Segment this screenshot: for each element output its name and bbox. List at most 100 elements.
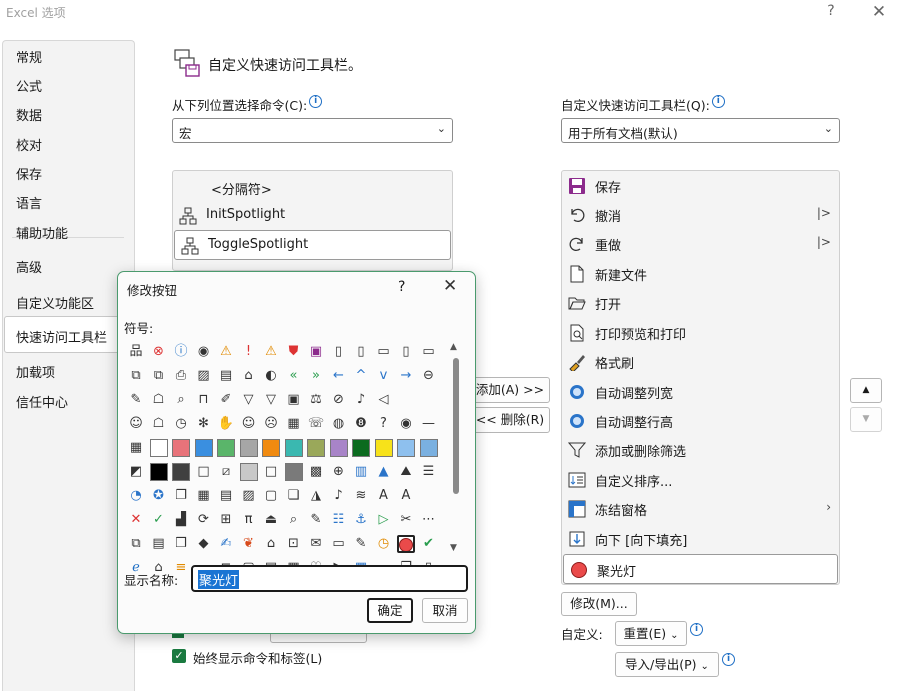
- symbol-user-icon[interactable]: ☺: [127, 415, 145, 433]
- symbol-doc-arrow-icon[interactable]: ▯: [352, 343, 370, 361]
- symbol-sw-olive[interactable]: [307, 439, 325, 457]
- symbol-triangles-icon[interactable]: ◮: [307, 487, 325, 505]
- info-icon[interactable]: i: [309, 95, 323, 108]
- symbol-arrow-right-icon[interactable]: →: [397, 367, 415, 385]
- symbol-half-icon[interactable]: ◩: [127, 463, 145, 481]
- symbol-printer-icon[interactable]: ⎙: [172, 367, 190, 385]
- symbol-text-a-icon[interactable]: A: [375, 487, 393, 505]
- symbol-sw-purple[interactable]: [329, 439, 348, 457]
- symbol-org-chart-icon[interactable]: 品: [127, 343, 145, 361]
- nav-item-quick-access-toolbar[interactable]: 快速访问工具栏: [16, 327, 107, 346]
- reset-button[interactable]: 重置(E) ⌄: [615, 621, 687, 646]
- symbol-slides-icon[interactable]: ▤: [217, 487, 235, 505]
- symbol-idcard2-icon[interactable]: ▭: [330, 535, 348, 553]
- symbol-unlock-icon[interactable]: ⌂: [262, 535, 280, 553]
- symbol-sw-black[interactable]: [149, 463, 168, 481]
- symbol-arrow-circle-icon[interactable]: ⊕: [330, 463, 348, 481]
- list-item-save[interactable]: 保存: [562, 171, 839, 200]
- symbol-filter-outline-icon[interactable]: ▽: [262, 391, 280, 409]
- symbol-question-icon[interactable]: ?: [375, 415, 393, 433]
- nav-item-general[interactable]: 常规: [16, 47, 42, 66]
- import-export-button[interactable]: 导入/导出(P) ⌄: [615, 652, 719, 677]
- symbol-sw-gray[interactable]: [239, 439, 258, 457]
- dialog-help-button[interactable]: ?: [398, 279, 405, 295]
- symbol-calculator-icon[interactable]: ▦: [285, 415, 303, 433]
- symbol-bars-icon[interactable]: ☰: [420, 463, 438, 481]
- symbol-user-outline-icon[interactable]: ☖: [150, 415, 168, 433]
- symbol-hand-icon[interactable]: ✋: [217, 415, 235, 433]
- symbol-window-icon[interactable]: ❒: [172, 535, 190, 553]
- symbol-pencil-icon[interactable]: ✐: [217, 391, 235, 409]
- info-icon[interactable]: i: [722, 653, 735, 666]
- symbol-grad-light[interactable]: [239, 463, 258, 481]
- symbol-draw-icon[interactable]: ✍: [217, 535, 235, 553]
- symbol-anchor-icon[interactable]: ⚓: [352, 511, 370, 529]
- modify-button[interactable]: 修改(M)...: [561, 592, 637, 616]
- close-button[interactable]: ✕: [870, 2, 888, 22]
- symbol-doc-stack-icon[interactable]: ❐: [172, 487, 190, 505]
- list-item-new-file[interactable]: 新建文件: [562, 259, 839, 288]
- symbol-star-badge-icon[interactable]: ✪: [150, 487, 168, 505]
- symbol-shape-stack-icon[interactable]: ❏: [285, 487, 303, 505]
- list-item-open[interactable]: 打开: [562, 288, 839, 317]
- symbol-frame-icon[interactable]: ▢: [262, 487, 280, 505]
- symbol-close-x-icon[interactable]: ✕: [127, 511, 145, 529]
- symbol-folder-outline-icon[interactable]: ▭: [420, 343, 438, 361]
- symbol-paste-tiles-icon[interactable]: ⧉: [150, 367, 168, 385]
- symbol-calendar-icon[interactable]: ▦: [195, 487, 213, 505]
- symbol-doc-lines-icon[interactable]: ▤: [150, 535, 168, 553]
- symbol-folder-icon[interactable]: ▭: [375, 343, 393, 361]
- scroll-down-arrow[interactable]: ▼: [450, 543, 457, 553]
- move-down-button[interactable]: ▼: [850, 407, 882, 432]
- info-icon[interactable]: i: [690, 623, 703, 636]
- nav-item-formulas[interactable]: 公式: [16, 76, 42, 95]
- symbol-butterfly-icon[interactable]: ❦: [240, 535, 258, 553]
- qat-commands-list[interactable]: 保存 撤消 |> 重做 |> 新建文件 打开 打印预览和打印 格式刷 自动调整列…: [561, 170, 840, 585]
- symbol-warning-icon[interactable]: ⚠: [217, 343, 235, 361]
- always-show-checkbox[interactable]: ✓: [172, 649, 186, 663]
- nav-item-language[interactable]: 语言: [16, 193, 42, 212]
- list-item-print-preview[interactable]: 打印预览和打印: [562, 318, 839, 347]
- symbol-phone-icon[interactable]: ☏: [307, 415, 325, 433]
- symbol-palette-icon[interactable]: ◐: [262, 367, 280, 385]
- symbol-play-icon[interactable]: ▷: [375, 511, 393, 529]
- customize-qat-dropdown[interactable]: 用于所有文档(默认) ⌄: [561, 118, 840, 143]
- symbol-exclamation-icon[interactable]: !: [240, 343, 258, 361]
- symbol-8-ball-icon[interactable]: ❽: [352, 415, 370, 433]
- symbol-cut-icon[interactable]: ✂: [397, 511, 415, 529]
- symbol-double-right-icon[interactable]: »: [307, 367, 325, 385]
- list-item-initspotlight[interactable]: InitSpotlight: [173, 201, 452, 230]
- symbol-target-icon[interactable]: ◉: [195, 343, 213, 361]
- symbol-sw-pink[interactable]: [172, 439, 190, 457]
- symbol-eraser-icon[interactable]: ◆: [195, 535, 213, 553]
- symbol-refresh-icon[interactable]: ⟳: [195, 511, 213, 529]
- symbol-brush-icon[interactable]: ✎: [307, 511, 325, 529]
- symbol-dash-icon[interactable]: —: [420, 415, 438, 433]
- symbol-grad-mid[interactable]: [284, 463, 303, 481]
- list-item-undo[interactable]: 撤消 |>: [562, 200, 839, 229]
- list-item-togglespotlight[interactable]: ToggleSpotlight: [174, 230, 451, 260]
- symbol-search-icon[interactable]: ⌕: [285, 511, 303, 529]
- symbol-pushpin-icon[interactable]: ✎: [127, 391, 145, 409]
- symbol-mute-icon[interactable]: ◁: [375, 391, 393, 409]
- list-item-autofit-row[interactable]: 自动调整行高: [562, 406, 839, 435]
- info-icon[interactable]: i: [711, 95, 725, 108]
- symbol-grad-dark[interactable]: [172, 463, 190, 481]
- symbol-eye-icon[interactable]: ◉: [397, 415, 415, 433]
- symbol-pie-icon[interactable]: ◔: [127, 487, 145, 505]
- symbol-caret-down-icon[interactable]: v: [375, 367, 393, 385]
- symbol-triangle-up-icon[interactable]: ▲: [375, 463, 393, 481]
- nav-item-advanced[interactable]: 高级: [16, 257, 42, 276]
- symbol-double-left-icon[interactable]: «: [285, 367, 303, 385]
- symbol-sw-darkgreen[interactable]: [352, 439, 370, 457]
- symbol-magnifier-icon[interactable]: ⌕: [172, 391, 190, 409]
- choose-commands-dropdown[interactable]: 宏 ⌄: [172, 118, 453, 143]
- symbol-text-a-gray-icon[interactable]: A: [397, 487, 415, 505]
- symbol-sw-blue[interactable]: [194, 439, 213, 457]
- nav-item-accessibility[interactable]: 辅助功能: [16, 223, 68, 242]
- symbol-clock-circle-icon[interactable]: ◷: [375, 535, 393, 553]
- symbol-circle-left-icon[interactable]: ⊖: [420, 367, 438, 385]
- symbol-doc-plus-icon[interactable]: ▯: [330, 343, 348, 361]
- symbol-info-icon[interactable]: ⓘ: [172, 343, 190, 361]
- symbol-doc-image-icon[interactable]: ▤: [217, 367, 235, 385]
